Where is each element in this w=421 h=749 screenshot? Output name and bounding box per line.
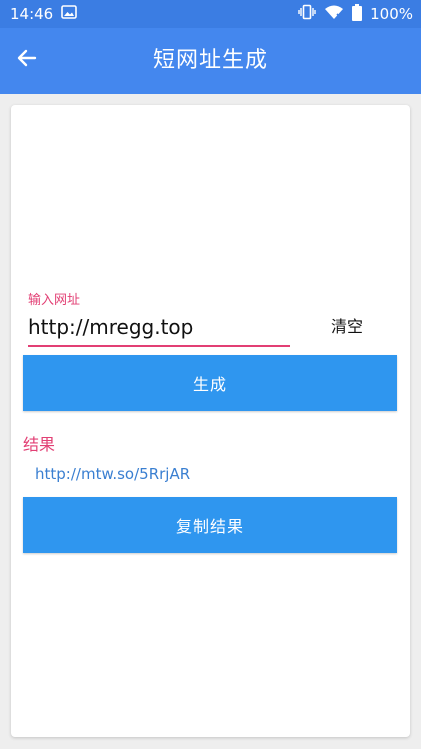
arrow-left-icon [15, 46, 39, 74]
vibrate-icon [298, 4, 316, 24]
app-bar: 短网址生成 [0, 28, 421, 94]
page-title: 短网址生成 [152, 48, 268, 73]
status-time: 14:46 [10, 5, 54, 23]
image-icon [61, 5, 78, 23]
result-label: 结果 [23, 435, 56, 454]
back-button[interactable] [10, 43, 44, 77]
status-left: 14:46 [10, 5, 78, 23]
status-right: 100% [298, 3, 413, 25]
battery-level: 100% [370, 5, 413, 23]
clear-button[interactable]: 清空 [317, 309, 377, 341]
url-input[interactable] [28, 313, 290, 347]
copy-result-button[interactable]: 复制结果 [23, 497, 397, 553]
generate-button[interactable]: 生成 [23, 355, 397, 411]
url-input-label: 输入网址 [28, 293, 81, 308]
battery-icon [352, 3, 363, 25]
main-card: 输入网址 清空 生成 结果 http://mtw.so/5RrjAR 复制结果 [11, 105, 410, 737]
result-url[interactable]: http://mtw.so/5RrjAR [35, 465, 190, 483]
status-bar: 14:46 100% [0, 0, 421, 28]
wifi-icon [324, 4, 344, 24]
